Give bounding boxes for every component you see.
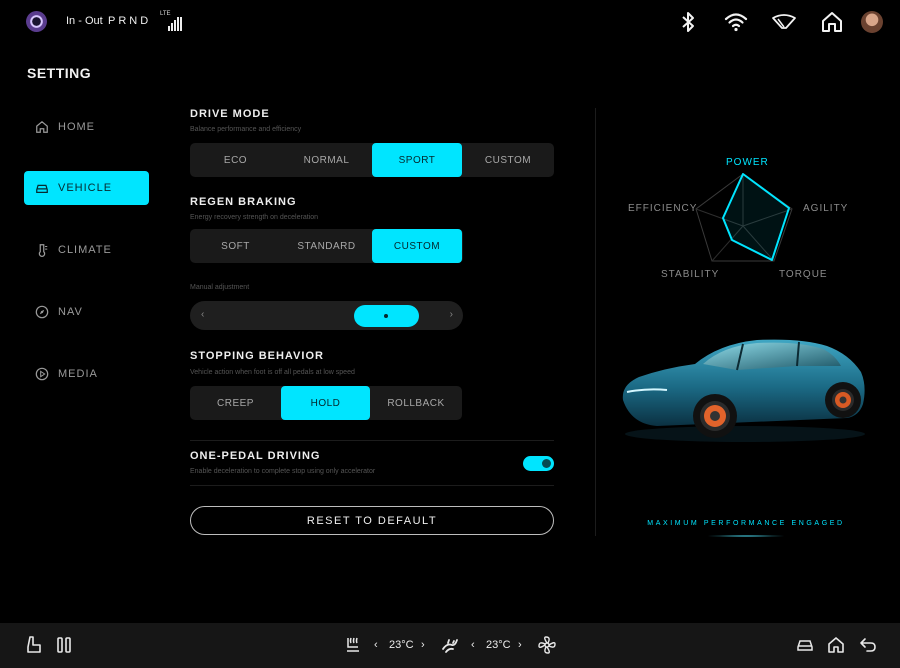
page-title: SETTING bbox=[27, 65, 92, 81]
signal-icon: LTE bbox=[160, 11, 182, 31]
home-icon bbox=[36, 120, 48, 133]
home-icon[interactable] bbox=[826, 635, 846, 655]
back-icon[interactable] bbox=[858, 635, 878, 655]
sidebar-item-vehicle[interactable]: VEHICLE bbox=[24, 171, 149, 205]
right-temp-value: 23°C bbox=[486, 639, 511, 651]
stopping-selector: CREEP HOLD ROLLBACK bbox=[190, 386, 462, 420]
status-message: MAXIMUM PERFORMANCE ENGAGED bbox=[647, 520, 845, 527]
left-temp-increase[interactable]: › bbox=[421, 639, 425, 651]
drive-mode-custom[interactable]: CUSTOM bbox=[462, 143, 554, 177]
compass-icon bbox=[35, 305, 49, 319]
sidebar-item-climate[interactable]: CLIMATE bbox=[24, 233, 149, 267]
glow-underline bbox=[706, 535, 786, 537]
radar-label-agility: AGILITY bbox=[803, 203, 849, 214]
radar-label-torque: TORQUE bbox=[779, 269, 828, 280]
sidebar-item-label: CLIMATE bbox=[58, 244, 112, 256]
stopping-rollback[interactable]: ROLLBACK bbox=[370, 386, 462, 420]
regen-custom[interactable]: CUSTOM bbox=[372, 229, 462, 263]
home-icon[interactable] bbox=[820, 10, 844, 34]
fan-icon[interactable] bbox=[537, 635, 557, 655]
seat-heat-icon[interactable] bbox=[343, 635, 363, 655]
vehicle-image bbox=[622, 339, 865, 442]
manual-adjustment-label: Manual adjustment bbox=[190, 284, 250, 291]
regen-title: REGEN BRAKING bbox=[190, 196, 297, 208]
status-bar: In - Out PRND LTE bbox=[0, 0, 900, 44]
panel-divider bbox=[595, 108, 596, 536]
left-temp-decrease[interactable]: ‹ bbox=[374, 639, 378, 651]
regen-standard[interactable]: STANDARD bbox=[281, 229, 372, 263]
thermometer-icon bbox=[38, 244, 48, 257]
pause-icon[interactable] bbox=[56, 635, 72, 655]
right-temp-increase[interactable]: › bbox=[518, 639, 522, 651]
drive-mode-eco[interactable]: ECO bbox=[190, 143, 281, 177]
radar-label-stability: STABILITY bbox=[661, 269, 720, 280]
drive-mode-selector: ECO NORMAL SPORT CUSTOM bbox=[190, 143, 554, 177]
wifi-icon[interactable] bbox=[724, 10, 748, 34]
regen-soft[interactable]: SOFT bbox=[190, 229, 281, 263]
bottom-bar: ‹ 23°C › ‹ 23°C › bbox=[0, 623, 900, 668]
regen-selector: SOFT STANDARD CUSTOM bbox=[190, 229, 463, 263]
car-icon[interactable] bbox=[795, 635, 815, 655]
sidebar-item-label: VEHICLE bbox=[58, 182, 113, 194]
in-out-label: In - Out bbox=[66, 15, 103, 27]
regen-subtitle: Energy recovery strength on deceleration bbox=[190, 214, 319, 221]
radar-label-power: POWER bbox=[726, 157, 769, 168]
left-temp-value: 23°C bbox=[389, 639, 414, 651]
airflow-icon[interactable] bbox=[440, 635, 460, 655]
profile-avatar[interactable] bbox=[861, 11, 883, 33]
one-pedal-subtitle: Enable deceleration to complete stop usi… bbox=[190, 468, 376, 475]
one-pedal-toggle[interactable] bbox=[523, 456, 554, 471]
sidebar-item-nav[interactable]: NAV bbox=[24, 295, 149, 329]
divider bbox=[190, 440, 554, 441]
sidebar-item-label: MEDIA bbox=[58, 368, 98, 380]
drive-mode-title: DRIVE MODE bbox=[190, 108, 270, 120]
right-temp-decrease[interactable]: ‹ bbox=[471, 639, 475, 651]
gear-indicator: PRND bbox=[108, 15, 152, 27]
seat-icon[interactable] bbox=[25, 635, 43, 655]
regen-slider[interactable]: ‹ › bbox=[190, 301, 463, 330]
sidebar-item-label: NAV bbox=[58, 306, 83, 318]
stopping-hold[interactable]: HOLD bbox=[281, 386, 370, 420]
sidebar-item-home[interactable]: HOME bbox=[24, 110, 149, 144]
network-label: LTE bbox=[160, 11, 171, 17]
drive-mode-subtitle: Balance performance and efficiency bbox=[190, 126, 302, 133]
drive-mode-normal[interactable]: NORMAL bbox=[281, 143, 372, 177]
stopping-title: STOPPING BEHAVIOR bbox=[190, 350, 324, 362]
sidebar-item-media[interactable]: MEDIA bbox=[24, 357, 149, 391]
play-icon bbox=[35, 367, 49, 381]
app-logo-icon[interactable] bbox=[26, 11, 47, 32]
stopping-creep[interactable]: CREEP bbox=[190, 386, 281, 420]
slider-decrease-button[interactable]: ‹ bbox=[201, 309, 204, 320]
stopping-subtitle: Vehicle action when foot is off all peda… bbox=[190, 369, 355, 376]
bluetooth-icon[interactable] bbox=[676, 10, 700, 34]
radar-label-efficiency: EFFICIENCY bbox=[628, 203, 698, 214]
performance-radar-chart bbox=[695, 173, 793, 262]
slider-increase-button[interactable]: › bbox=[450, 309, 453, 320]
one-pedal-title: ONE-PEDAL DRIVING bbox=[190, 450, 321, 462]
slider-thumb[interactable] bbox=[354, 305, 419, 327]
reset-to-default-button[interactable]: RESET TO DEFAULT bbox=[190, 506, 554, 535]
wiper-icon[interactable] bbox=[771, 10, 797, 34]
divider bbox=[190, 485, 554, 486]
car-icon bbox=[36, 184, 48, 193]
sidebar-item-label: HOME bbox=[58, 121, 95, 133]
drive-mode-sport[interactable]: SPORT bbox=[372, 143, 462, 177]
